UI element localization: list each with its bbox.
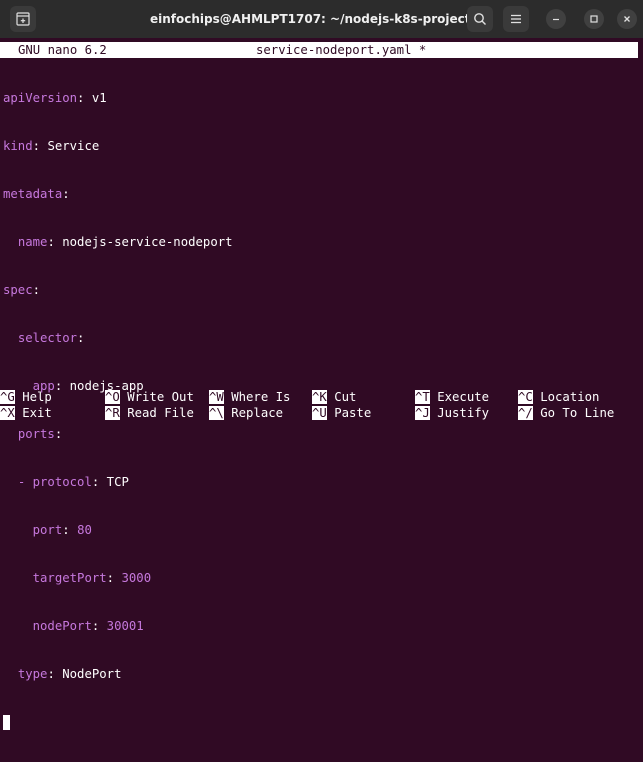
title-bar: einfochips@AHMLPT1707: ~/nodejs-k8s-proj… — [0, 0, 643, 38]
shortcut-write-out[interactable]: ^O Write Out — [105, 389, 194, 405]
nano-header-bar: GNU nano 6.2 service-nodeport.yaml * — [0, 42, 638, 58]
text-cursor — [3, 715, 10, 730]
yaml-line: port: 80 — [32, 523, 92, 537]
search-icon[interactable] — [467, 6, 493, 32]
window-title: einfochips@AHMLPT1707: ~/nodejs-k8s-proj… — [150, 12, 471, 26]
shortcut-replace[interactable]: ^\ Replace — [209, 405, 283, 421]
shortcut-exit[interactable]: ^X Exit — [0, 405, 52, 421]
shortcut-execute[interactable]: ^T Execute — [415, 389, 489, 405]
shortcut-help[interactable]: ^G Help — [0, 389, 52, 405]
new-tab-icon[interactable] — [10, 6, 36, 32]
menu-icon[interactable] — [503, 6, 529, 32]
yaml-line: metadata: — [3, 187, 70, 201]
cursor-line — [3, 714, 638, 730]
yaml-line: nodePort: 30001 — [32, 619, 144, 633]
terminal-area[interactable]: GNU nano 6.2 service-nodeport.yaml * api… — [0, 38, 643, 730]
minimize-icon[interactable] — [546, 9, 566, 29]
yaml-line: spec: — [3, 283, 41, 297]
shortcut-justify[interactable]: ^J Justify — [415, 405, 489, 421]
shortcut-read-file[interactable]: ^R Read File — [105, 405, 194, 421]
yaml-line: targetPort: 3000 — [32, 571, 152, 585]
yaml-line: name: nodejs-service-nodeport — [17, 235, 233, 249]
file-name: service-nodeport.yaml * — [256, 43, 427, 57]
shortcut-bar: ^G Help ^X Exit ^O Write Out ^R Read Fil… — [0, 389, 643, 421]
nano-version: GNU nano 6.2 — [18, 43, 107, 57]
maximize-icon[interactable] — [584, 9, 604, 29]
terminal-window: einfochips@AHMLPT1707: ~/nodejs-k8s-proj… — [0, 0, 643, 730]
close-icon[interactable] — [617, 9, 637, 29]
yaml-line: selector: — [17, 331, 85, 345]
shortcut-cut[interactable]: ^K Cut — [312, 389, 356, 405]
yaml-line: type: NodePort — [17, 667, 122, 681]
shortcut-paste[interactable]: ^U Paste — [312, 405, 371, 421]
yaml-line: kind: Service — [3, 139, 100, 153]
shortcut-location[interactable]: ^C Location — [518, 389, 599, 405]
shortcut-where-is[interactable]: ^W Where Is — [209, 389, 290, 405]
yaml-line: ports: — [17, 427, 63, 441]
yaml-line: apiVersion: v1 — [3, 91, 107, 105]
shortcut-go-to-line[interactable]: ^/ Go To Line — [518, 405, 614, 421]
yaml-line: - protocol: TCP — [17, 475, 129, 489]
